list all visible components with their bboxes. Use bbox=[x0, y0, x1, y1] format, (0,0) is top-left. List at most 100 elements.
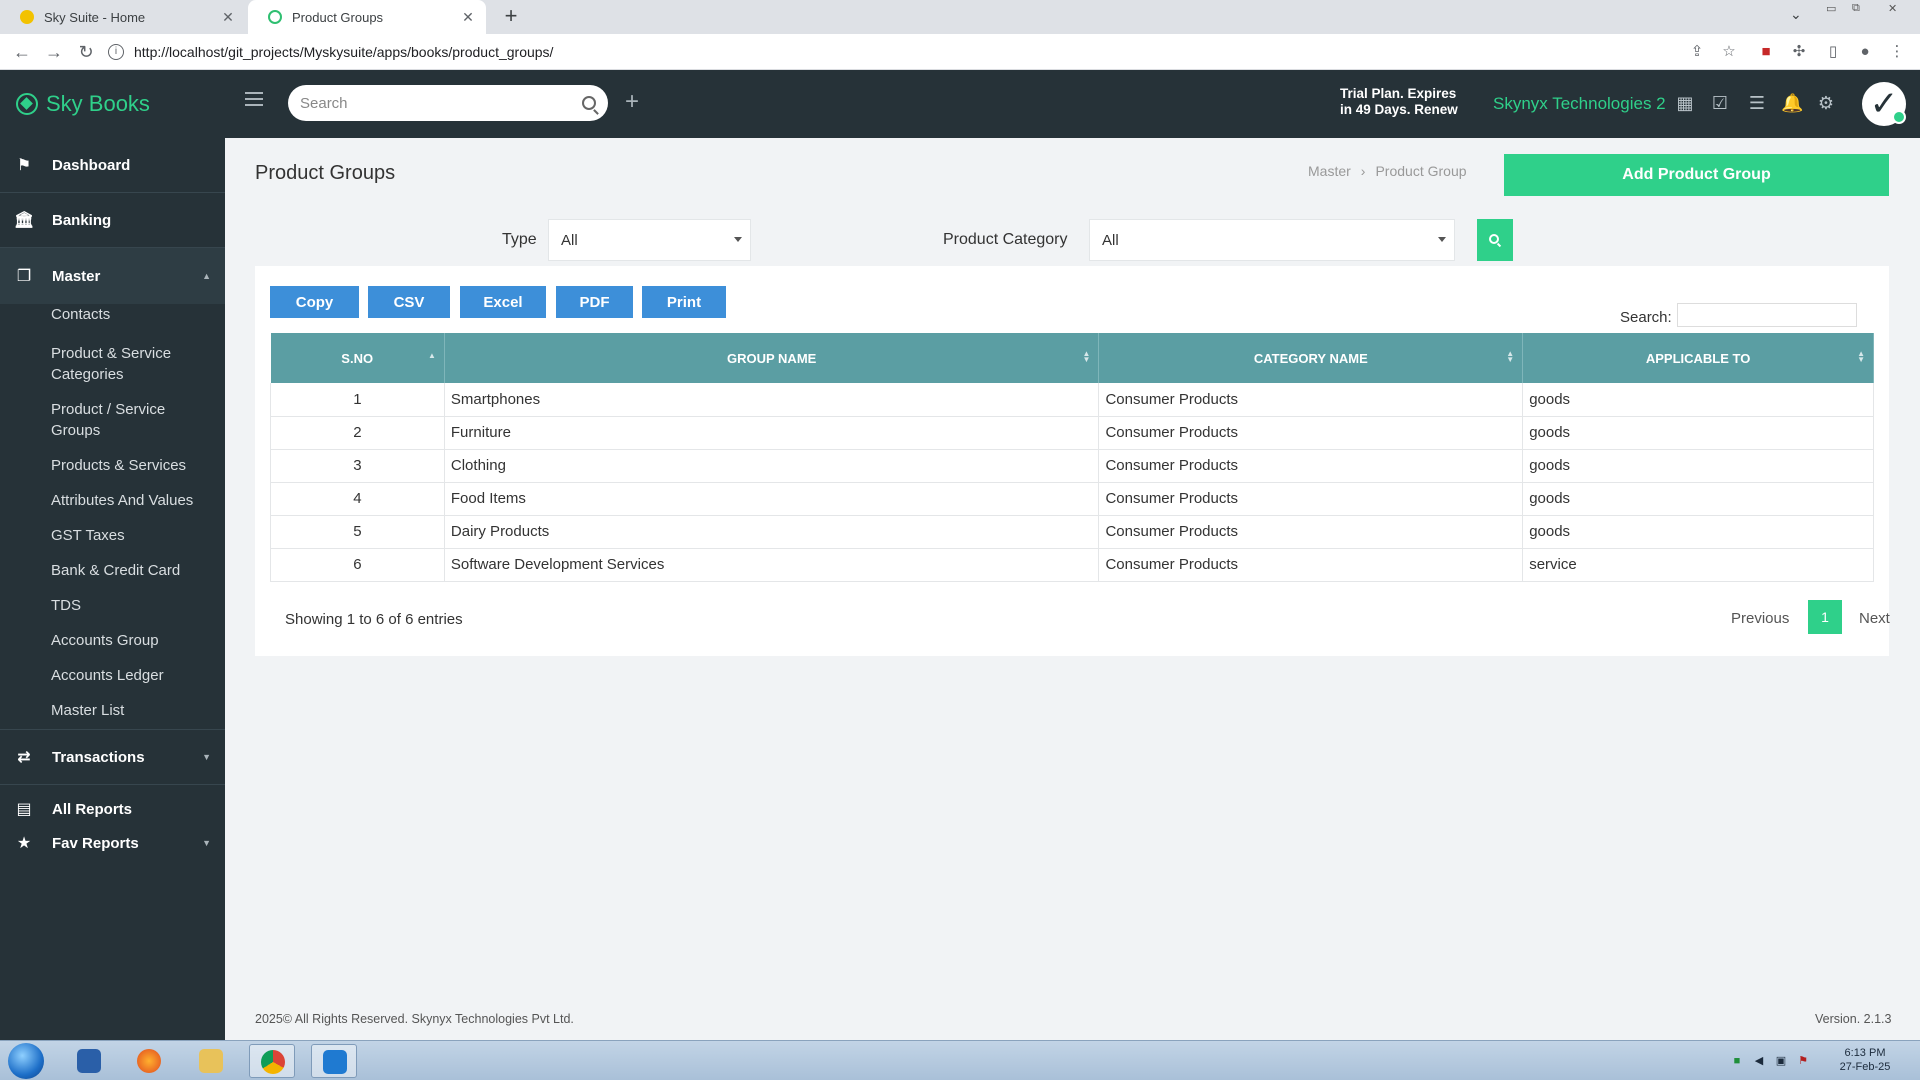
table-search-input[interactable] bbox=[1677, 303, 1857, 327]
company-name[interactable]: Skynyx Technologies 2 bbox=[1493, 94, 1666, 114]
type-select[interactable]: All bbox=[548, 219, 751, 261]
sidebar-item-accounts-group[interactable]: Accounts Group bbox=[0, 630, 225, 651]
table-row[interactable]: 5 Dairy Products Consumer Products goods bbox=[270, 515, 1874, 549]
notification-bell-icon[interactable]: 🔔 bbox=[1781, 92, 1803, 114]
tasks-check-icon[interactable]: ☑ bbox=[1709, 92, 1731, 114]
close-tab-icon[interactable]: ✕ bbox=[460, 9, 476, 26]
add-product-group-button[interactable]: Add Product Group bbox=[1504, 154, 1889, 196]
tray-app-icon[interactable]: ■ bbox=[1730, 1054, 1744, 1068]
table-row[interactable]: 6 Software Development Services Consumer… bbox=[270, 548, 1874, 582]
global-search-input[interactable] bbox=[300, 94, 582, 112]
quick-add-plus-icon[interactable]: + bbox=[625, 90, 639, 114]
table-row[interactable]: 4 Food Items Consumer Products goods bbox=[270, 482, 1874, 516]
print-button[interactable]: Print bbox=[642, 286, 726, 318]
cell-applicable-to: service bbox=[1522, 548, 1874, 582]
copy-button[interactable]: Copy bbox=[270, 286, 359, 318]
table-row[interactable]: 1 Smartphones Consumer Products goods bbox=[270, 383, 1874, 417]
sidebar-item-attributes-values[interactable]: Attributes And Values bbox=[0, 490, 225, 511]
flag-icon: ⚑ bbox=[16, 157, 32, 174]
sidebar-item-transactions[interactable]: ⇄ Transactions ▼ bbox=[0, 730, 225, 785]
cell-sno: 5 bbox=[270, 515, 445, 549]
sidebar-item-master[interactable]: ❐ Master ▲ bbox=[0, 248, 225, 304]
list-icon[interactable]: ☰ bbox=[1746, 92, 1768, 114]
sidebar-item-accounts-ledger[interactable]: Accounts Ledger bbox=[0, 665, 225, 686]
excel-button[interactable]: Excel bbox=[460, 286, 546, 318]
side-panel-icon[interactable]: ▯ bbox=[1824, 43, 1842, 61]
browser-menu-icon[interactable]: ⋮ bbox=[1888, 43, 1906, 61]
csv-button[interactable]: CSV bbox=[368, 286, 450, 318]
sidebar-item-fav-reports[interactable]: ★ Fav Reports ▼ bbox=[0, 827, 225, 859]
browser-tab-product-groups[interactable]: Product Groups ✕ bbox=[248, 0, 486, 34]
user-avatar[interactable]: ✓ bbox=[1862, 82, 1906, 126]
url-field[interactable]: i http://localhost/git_projects/Myskysui… bbox=[108, 39, 1778, 65]
breadcrumb-master[interactable]: Master bbox=[1308, 163, 1351, 179]
column-header-category-name[interactable]: CATEGORY NAME ▲ ▼ bbox=[1098, 333, 1524, 383]
volume-icon[interactable]: ◀ bbox=[1752, 1054, 1766, 1068]
product-category-select[interactable]: All bbox=[1089, 219, 1455, 261]
hamburger-menu-icon[interactable] bbox=[245, 92, 263, 106]
system-clock[interactable]: 6:13 PM 27-Feb-25 bbox=[1830, 1046, 1900, 1074]
tab-search-chevron-icon[interactable]: ⌄ bbox=[1790, 6, 1802, 23]
share-icon[interactable]: ⇪ bbox=[1688, 43, 1706, 61]
sort-asc-icon: ▲ bbox=[427, 351, 436, 360]
trial-plan-notice[interactable]: Trial Plan. Expires in 49 Days. Renew bbox=[1340, 86, 1470, 118]
site-info-icon[interactable]: i bbox=[108, 44, 124, 60]
sidebar-item-tds[interactable]: TDS bbox=[0, 595, 225, 616]
new-tab-icon[interactable]: + bbox=[498, 4, 524, 30]
apps-grid-icon[interactable]: ▦ bbox=[1674, 92, 1696, 114]
network-icon[interactable]: ▣ bbox=[1774, 1054, 1788, 1068]
sidebar-item-products-services[interactable]: Products & Services bbox=[0, 455, 225, 476]
cell-group-name: Smartphones bbox=[444, 383, 1100, 417]
cell-sno: 2 bbox=[270, 416, 445, 450]
taskbar-app-icon[interactable] bbox=[66, 1044, 112, 1078]
cell-sno: 4 bbox=[270, 482, 445, 516]
sidebar-item-product-service-groups[interactable]: Product / Service Groups bbox=[0, 399, 225, 441]
restore-window-icon[interactable]: ⧉ bbox=[1852, 2, 1860, 18]
sidebar-item-gst-taxes[interactable]: GST Taxes bbox=[0, 525, 225, 546]
column-header-group-name[interactable]: GROUP NAME ▲ ▼ bbox=[444, 333, 1100, 383]
sidebar-item-contacts[interactable]: Contacts bbox=[0, 304, 225, 329]
brand[interactable]: Sky Books bbox=[0, 70, 225, 138]
file-explorer-icon[interactable] bbox=[188, 1044, 234, 1078]
brand-name: Sky Books bbox=[46, 91, 150, 116]
pdf-button[interactable]: PDF bbox=[556, 286, 633, 318]
pagination-page-1[interactable]: 1 bbox=[1808, 600, 1842, 634]
back-arrow-icon[interactable]: ← bbox=[10, 40, 34, 64]
chrome-icon[interactable] bbox=[249, 1044, 295, 1078]
minimize-window-icon[interactable]: ▭ bbox=[1826, 2, 1836, 18]
bookmark-star-icon[interactable]: ☆ bbox=[1720, 43, 1738, 61]
table-info: Showing 1 to 6 of 6 entries bbox=[285, 611, 463, 628]
extensions-puzzle-icon[interactable]: ✣ bbox=[1790, 43, 1808, 61]
windows-start-icon[interactable] bbox=[8, 1043, 44, 1079]
firefox-icon[interactable] bbox=[126, 1044, 172, 1078]
sidebar-item-banking[interactable]: 🏛 Banking bbox=[0, 193, 225, 248]
column-header-label: APPLICABLE TO bbox=[1645, 350, 1751, 366]
pdf-extension-icon[interactable]: ■ bbox=[1757, 43, 1775, 61]
settings-gear-icon[interactable]: ⚙ bbox=[1815, 92, 1837, 114]
column-header-sno[interactable]: S.NO ▲ bbox=[270, 333, 445, 383]
close-tab-icon[interactable]: ✕ bbox=[220, 9, 236, 26]
browser-tab-home[interactable]: Sky Suite - Home ✕ bbox=[0, 0, 246, 34]
action-center-icon[interactable]: ⚑ bbox=[1796, 1054, 1810, 1068]
table-row[interactable]: 3 Clothing Consumer Products goods bbox=[270, 449, 1874, 483]
filter-search-button[interactable] bbox=[1477, 219, 1513, 261]
pagination-previous[interactable]: Previous bbox=[1731, 610, 1789, 627]
vscode-icon[interactable] bbox=[311, 1044, 357, 1078]
cell-category-name: Consumer Products bbox=[1098, 482, 1524, 516]
forward-arrow-icon[interactable]: → bbox=[42, 40, 66, 64]
reload-icon[interactable]: ↻ bbox=[74, 40, 98, 64]
sidebar-item-product-service-categories[interactable]: Product & Service Categories bbox=[0, 343, 225, 385]
search-icon[interactable] bbox=[582, 96, 596, 110]
sidebar-item-master-list[interactable]: Master List bbox=[0, 700, 225, 721]
close-window-icon[interactable]: ✕ bbox=[1888, 2, 1897, 18]
sidebar-item-bank-credit-card[interactable]: Bank & Credit Card bbox=[0, 560, 225, 581]
profile-icon[interactable]: ● bbox=[1856, 43, 1874, 61]
column-header-applicable-to[interactable]: APPLICABLE TO ▲ ▼ bbox=[1522, 333, 1874, 383]
breadcrumb-chevron-icon: › bbox=[1360, 163, 1366, 179]
sidebar-item-all-reports[interactable]: ▤ All Reports bbox=[0, 791, 225, 827]
product-groups-table: S.NO ▲ GROUP NAME ▲ ▼ CATEGORY NAME ▲ ▼ APPLI… bbox=[270, 333, 1874, 582]
table-row[interactable]: 2 Furniture Consumer Products goods bbox=[270, 416, 1874, 450]
cell-category-name: Consumer Products bbox=[1098, 548, 1524, 582]
pagination-next[interactable]: Next bbox=[1859, 610, 1890, 627]
sidebar-item-dashboard[interactable]: ⚑ Dashboard bbox=[0, 138, 225, 193]
